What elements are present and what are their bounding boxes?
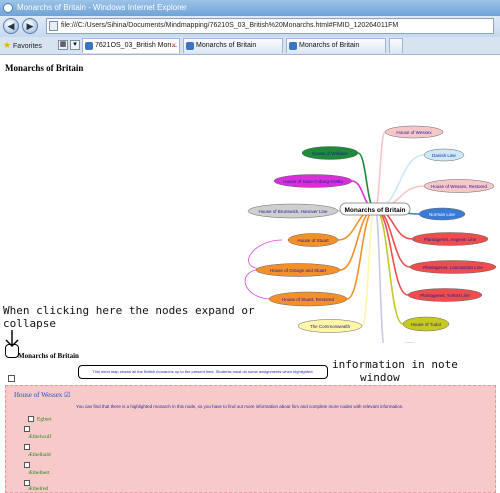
- page-icon: [186, 42, 194, 50]
- mindmap-node[interactable]: Plantagenet, Yorkist Line: [407, 288, 483, 302]
- list-item-bullet: [24, 426, 33, 432]
- mindmap-node[interactable]: House of Saxe-Coburg-Gotha: [273, 174, 353, 188]
- ie-logo-icon: [3, 3, 13, 13]
- list-item[interactable]: Egbert: [28, 416, 52, 422]
- page-icon: [49, 21, 58, 31]
- mindmap-edge: [374, 154, 425, 210]
- mindmap-edge: [346, 208, 376, 300]
- mindmap-node-label: Plantagenet, Lancastrian Line: [423, 265, 483, 270]
- list-item-bullet: [24, 444, 33, 450]
- page-icon: [289, 42, 297, 50]
- mindmap-node[interactable]: Plantagenet, Lancastrian Line: [409, 260, 497, 274]
- mindmap-node-label: House of Windsor: [312, 151, 348, 156]
- tab-list-icon[interactable]: ▾: [70, 40, 80, 50]
- mindmap-edge: [374, 131, 386, 210]
- favorites-label: Favorites: [13, 43, 42, 50]
- tab-label: Monarchs of Britain: [299, 42, 360, 49]
- list-item[interactable]: Æthelbert: [28, 470, 50, 476]
- tab-monarchs-2[interactable]: Monarchs of Britain: [286, 38, 386, 53]
- mindmap-node[interactable]: House of Stuart: [287, 233, 339, 247]
- checkbox-icon[interactable]: ☑: [64, 391, 70, 399]
- mindmap-node[interactable]: House of Tudor: [402, 316, 450, 332]
- sub-map-title: Monarchs of Britain: [18, 352, 79, 360]
- tab-british-monarchs[interactable]: 7621OS_03_British Mon... ×: [82, 38, 180, 53]
- list-item-bullet: [24, 462, 33, 468]
- address-toolbar: ◀ ▶ file:///C:/Users/Sihina/Documents/Mi…: [0, 16, 500, 38]
- expand-collapse-toggle[interactable]: [5, 344, 19, 358]
- page-title: Monarchs of Britain: [5, 63, 84, 73]
- mindmap-node-label: House of Stuart, Restored: [282, 297, 335, 302]
- note-window: House of Wessex ☑ You can find that ther…: [5, 385, 496, 493]
- mindmap-node-label: Plantagenet, Yorkist Line: [420, 293, 470, 298]
- mindmap-node-label: House of Wessex, Restored: [431, 184, 487, 189]
- mindmap-nodes: House of Wessex Danish Line House of Wesse…: [247, 125, 497, 343]
- annotation-note-line2: window: [360, 371, 400, 384]
- mindmap-node[interactable]: Norman Line: [418, 207, 466, 221]
- mindmap-node[interactable]: The Commonwealth: [297, 319, 363, 333]
- note-text-box: This mind map shows all the British mona…: [78, 365, 328, 379]
- close-icon[interactable]: ×: [171, 39, 176, 53]
- annotation-expand-line1: When clicking here the nodes expand or: [3, 304, 255, 317]
- forward-arrow-icon[interactable]: ▶: [22, 18, 38, 34]
- mindmap-node-label: House of Tudor: [411, 322, 442, 327]
- mindmap-node-label: Norman Line: [429, 212, 455, 217]
- address-input[interactable]: file:///C:/Users/Sihina/Documents/Mindma…: [46, 18, 494, 34]
- mindmap-node[interactable]: Danish Line: [423, 148, 465, 162]
- mindmap-node[interactable]: House of Wessex: [384, 125, 444, 139]
- mindmap-node[interactable]: Plantagenet, Angevin Line: [411, 232, 489, 246]
- mindmap-node-label: House of Brunswick, Hanover Line: [258, 209, 328, 214]
- tabs-toolbar: ★ Favorites ▦ ▾ 7621OS_03_British Mon...…: [0, 37, 500, 55]
- mindmap-node[interactable]: House of Orange and Stuart: [255, 263, 341, 277]
- mindmap-node[interactable]: House of Brunswick, Hanover Line: [247, 203, 339, 219]
- page-content: Monarchs of Britain House of Wessex Danis…: [0, 55, 500, 493]
- mindmap-node[interactable]: House of Stuart, Restored: [268, 291, 348, 307]
- mindmap-node[interactable]: House of Wessex, Restored: [423, 179, 495, 193]
- mindmap-node-label: Danish Line: [432, 153, 456, 158]
- annotation-note-line1: information in note: [332, 358, 458, 371]
- mindmap-node-label: The Commonwealth: [310, 324, 351, 329]
- star-icon: ★: [3, 40, 12, 50]
- mindmap-edge: [361, 208, 376, 327]
- note-window-instruction: You can find that there is a highlighted…: [76, 404, 404, 409]
- note-window-heading: House of Wessex ☑: [14, 391, 71, 399]
- mindmap-center-node[interactable]: Monarchs of Britain: [339, 202, 411, 216]
- list-item[interactable]: Æthelwulf: [28, 434, 51, 440]
- mindmap-node-label: House of Saxe-Coburg-Gotha: [283, 179, 343, 184]
- list-item[interactable]: Æthelbald: [28, 452, 51, 458]
- quick-tabs-icon[interactable]: ▦: [58, 40, 68, 50]
- tab-monarchs-1[interactable]: Monarchs of Britain: [183, 38, 283, 53]
- center-node-label: Monarchs of Britain: [344, 207, 405, 214]
- annotation-expand-line2: collapse: [3, 317, 56, 330]
- collapse-marker-icon[interactable]: [8, 375, 15, 382]
- mindmap-node-label: Plantagenet, Angevin Line: [424, 237, 477, 242]
- page-icon: [85, 42, 93, 50]
- mindmap-node-label: House of Stuart: [297, 238, 329, 243]
- mindmap-node-label: House of Wessex: [396, 130, 432, 135]
- window-title-bar: Monarchs of Britain - Windows Internet E…: [0, 0, 500, 16]
- note-text: This mind map shows all the British mona…: [92, 369, 314, 374]
- tab-label: Monarchs of Britain: [196, 42, 257, 49]
- tab-label: 7621OS_03_British Mon...: [95, 42, 178, 49]
- new-tab-button[interactable]: [389, 38, 403, 53]
- mindmap-node[interactable]: House of Windsor: [301, 146, 359, 160]
- address-url: file:///C:/Users/Sihina/Documents/Mindma…: [61, 22, 399, 29]
- list-item[interactable]: Æthelred: [28, 486, 48, 492]
- window-title: Monarchs of Britain - Windows Internet E…: [17, 3, 187, 12]
- favorites-button[interactable]: ★ Favorites: [3, 39, 42, 53]
- mindmap-node-label: House of Orange and Stuart: [270, 268, 327, 273]
- back-arrow-icon[interactable]: ◀: [3, 18, 19, 34]
